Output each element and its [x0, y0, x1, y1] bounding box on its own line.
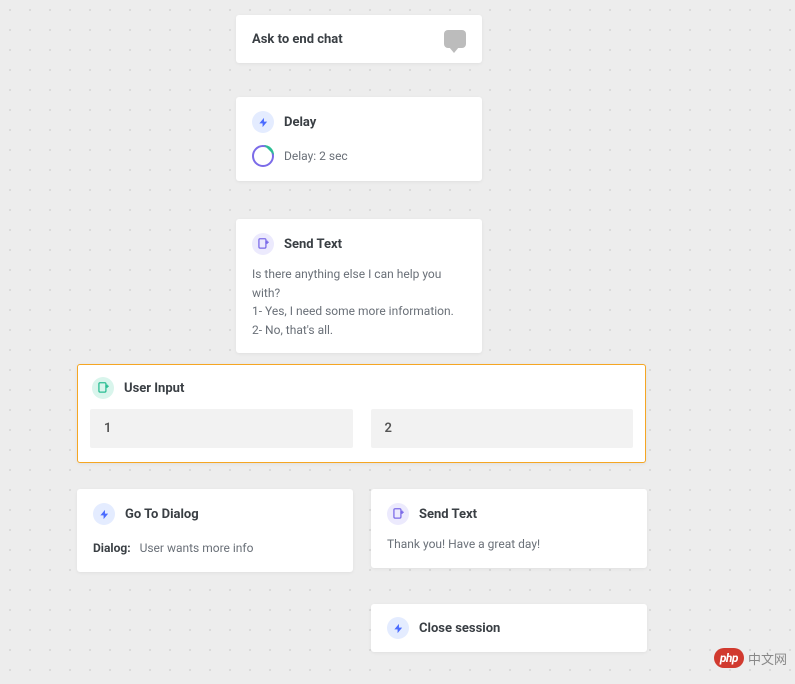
node-title: Send Text [419, 507, 477, 522]
node-title: Delay [284, 115, 316, 130]
node-title: Close session [419, 621, 500, 636]
card-header: Go To Dialog [77, 489, 353, 531]
bolt-icon [252, 111, 274, 133]
card-header: Delay [236, 97, 482, 139]
delay-detail-row: Delay: 2 sec [236, 139, 482, 181]
node-go-to-dialog[interactable]: Go To Dialog Dialog: User wants more inf… [77, 489, 353, 572]
input-option-2[interactable]: 2 [371, 409, 634, 448]
send-text-icon [387, 503, 409, 525]
dialog-value: User wants more info [140, 541, 254, 555]
text-line: Thank you! Have a great day! [387, 537, 540, 551]
delay-text: Delay: 2 sec [284, 149, 348, 163]
node-body: Thank you! Have a great day! [371, 531, 647, 568]
node-body: Is there anything else I can help you wi… [236, 261, 482, 353]
node-ask-to-end-chat[interactable]: Ask to end chat [236, 15, 482, 63]
input-option-1[interactable]: 1 [90, 409, 353, 448]
card-header: User Input [78, 365, 645, 409]
node-title: Ask to end chat [252, 32, 343, 47]
card-header: Send Text [236, 219, 482, 261]
node-title: Go To Dialog [125, 507, 199, 522]
node-title: User Input [124, 381, 184, 396]
dialog-label: Dialog: [93, 541, 131, 555]
text-line: 1- Yes, I need some more information. [252, 302, 466, 321]
watermark: php 中文网 [714, 648, 787, 668]
node-close-session[interactable]: Close session [371, 604, 647, 652]
node-user-input[interactable]: User Input 1 2 [77, 364, 646, 463]
chat-icon [444, 30, 466, 48]
watermark-badge: php [714, 648, 744, 668]
watermark-text: 中文网 [748, 649, 787, 668]
send-text-icon [252, 233, 274, 255]
node-send-text-question[interactable]: Send Text Is there anything else I can h… [236, 219, 482, 353]
text-line: 2- No, that's all. [252, 321, 466, 340]
bolt-icon [387, 617, 409, 639]
user-input-icon [92, 377, 114, 399]
card-header: Close session [371, 604, 647, 652]
node-send-text-thanks[interactable]: Send Text Thank you! Have a great day! [371, 489, 647, 568]
bolt-icon [93, 503, 115, 525]
clock-icon [252, 145, 274, 167]
input-options-row: 1 2 [78, 409, 645, 462]
text-line: Is there anything else I can help you wi… [252, 265, 466, 302]
card-header: Send Text [371, 489, 647, 531]
node-body: Dialog: User wants more info [77, 531, 353, 572]
node-title: Send Text [284, 237, 342, 252]
node-delay[interactable]: Delay Delay: 2 sec [236, 97, 482, 181]
